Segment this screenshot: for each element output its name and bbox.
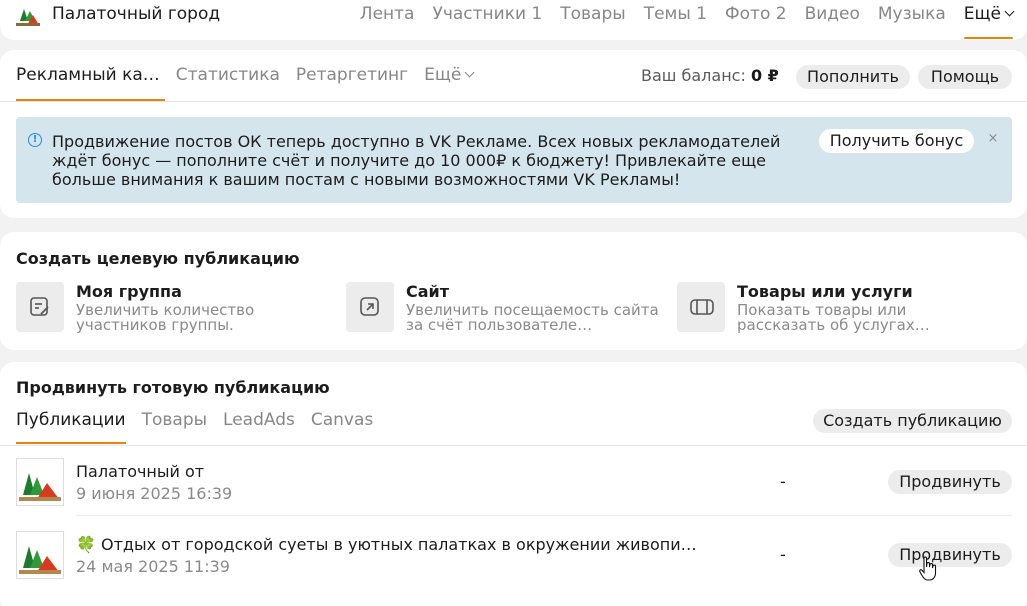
nav-products[interactable]: Товары xyxy=(560,4,625,38)
tab-publications[interactable]: Публикации xyxy=(16,410,126,444)
option-title: Товары или услуги xyxy=(737,282,913,301)
nav-more-label: Ещё xyxy=(963,4,1001,24)
ads-tabs: Рекламный ка… Статистика Ретаргетинг Ещё xyxy=(16,65,489,101)
external-link-icon xyxy=(360,297,379,316)
option-desc: Увеличить посещаемость сайта за счёт пол… xyxy=(406,303,659,334)
hand-cursor-icon xyxy=(919,556,937,581)
table-row: 🍀 Отдых от городской суеты в уютных пала… xyxy=(16,531,1012,589)
post-title-text: Отдых от городской суеты в уютных палатк… xyxy=(101,535,697,554)
tab-ad-account[interactable]: Рекламный ка… xyxy=(16,65,165,101)
tab-retargeting[interactable]: Ретаргетинг xyxy=(296,65,408,101)
balance: Ваш баланс: 0 ₽ xyxy=(641,66,779,85)
group-logo-icon[interactable] xyxy=(16,3,40,27)
create-publication-card: Создать целевую публикацию Моя группа Ув… xyxy=(0,232,1027,350)
post-date: 24 мая 2025 11:39 xyxy=(76,557,230,576)
balance-value: 0 ₽ xyxy=(750,66,779,85)
tab-leadads[interactable]: LeadAds xyxy=(223,410,295,444)
create-publication-button[interactable]: Создать публикацию xyxy=(813,409,1012,433)
close-icon[interactable]: × xyxy=(986,131,1000,147)
tab-more[interactable]: Ещё xyxy=(424,65,475,101)
group-name[interactable]: Палаточный город xyxy=(52,4,220,24)
promote-section-title: Продвинуть готовую публикацию xyxy=(16,378,330,397)
create-section-title: Создать целевую публикацию xyxy=(16,249,300,268)
option-icon-box xyxy=(677,282,725,332)
nav-more[interactable]: Ещё xyxy=(963,4,1015,39)
tab-canvas[interactable]: Canvas xyxy=(311,410,373,444)
promo-text: Продвижение постов ОК теперь доступно в … xyxy=(52,132,781,189)
group-header: Палаточный город Лента Участники 1 Товар… xyxy=(0,0,1027,40)
table-row: Палаточный от 9 июня 2025 16:39 - Продви… xyxy=(16,458,1012,516)
topup-button[interactable]: Пополнить xyxy=(796,65,910,89)
nav-video[interactable]: Видео xyxy=(805,4,860,38)
ads-tabs-divider xyxy=(0,101,1027,102)
tab-products[interactable]: Товары xyxy=(142,410,207,444)
get-bonus-button[interactable]: Получить бонус xyxy=(819,129,974,153)
post-title[interactable]: 🍀 Отдых от городской суеты в уютных пала… xyxy=(76,535,697,554)
ads-card: Рекламный ка… Статистика Ретаргетинг Ещё… xyxy=(0,50,1027,218)
post-stat: - xyxy=(780,545,786,564)
info-icon: ! xyxy=(28,133,42,147)
tab-statistics[interactable]: Статистика xyxy=(176,65,280,101)
promote-button[interactable]: Продвинуть xyxy=(888,470,1012,494)
promote-button[interactable]: Продвинуть xyxy=(888,543,1012,567)
post-thumbnail[interactable] xyxy=(16,531,64,579)
nav-music[interactable]: Музыка xyxy=(878,4,946,38)
promo-banner: ! Продвижение постов ОК теперь доступно … xyxy=(16,117,1012,203)
chevron-down-icon xyxy=(464,67,475,78)
tent-camp-image xyxy=(19,473,61,501)
promote-publication-card: Продвинуть готовую публикацию Публикации… xyxy=(0,362,1027,606)
group-nav: Лента Участники 1 Товары Темы 1 Фото 2 В… xyxy=(342,4,1015,39)
post-stat: - xyxy=(780,472,786,491)
option-my-group[interactable]: Моя группа Увеличить количество участник… xyxy=(16,282,336,334)
nav-feed[interactable]: Лента xyxy=(360,4,415,38)
post-thumbnail[interactable] xyxy=(16,458,64,506)
tent-camp-image xyxy=(19,546,61,574)
post-date: 9 июня 2025 16:39 xyxy=(76,484,233,503)
product-box-icon xyxy=(690,299,714,315)
publication-tabs: Публикации Товары LeadAds Canvas xyxy=(16,410,389,444)
option-desc: Увеличить количество участников группы. xyxy=(76,303,255,334)
option-title: Сайт xyxy=(406,282,450,301)
option-icon-box xyxy=(346,282,394,332)
nav-members[interactable]: Участники 1 xyxy=(432,4,542,38)
balance-label: Ваш баланс: xyxy=(641,66,746,85)
nav-topics[interactable]: Темы 1 xyxy=(644,4,707,38)
nav-photos[interactable]: Фото 2 xyxy=(725,4,787,38)
option-title: Моя группа xyxy=(76,282,182,301)
help-button[interactable]: Помощь xyxy=(918,65,1012,89)
edit-document-icon xyxy=(30,297,49,316)
chevron-down-icon xyxy=(1004,6,1015,17)
post-title[interactable]: Палаточный от xyxy=(76,462,204,481)
option-icon-box xyxy=(16,282,64,332)
tab-more-label: Ещё xyxy=(424,65,462,85)
clover-emoji: 🍀 xyxy=(76,535,96,554)
option-products-services[interactable]: Товары или услуги Показать товары или ра… xyxy=(677,282,1007,334)
publication-tabs-divider xyxy=(0,445,1027,446)
post-title-text: Палаточный от xyxy=(76,462,205,481)
option-desc: Показать товары или рассказать об услуга… xyxy=(737,303,930,334)
option-site[interactable]: Сайт Увеличить посещаемость сайта за счё… xyxy=(346,282,666,334)
